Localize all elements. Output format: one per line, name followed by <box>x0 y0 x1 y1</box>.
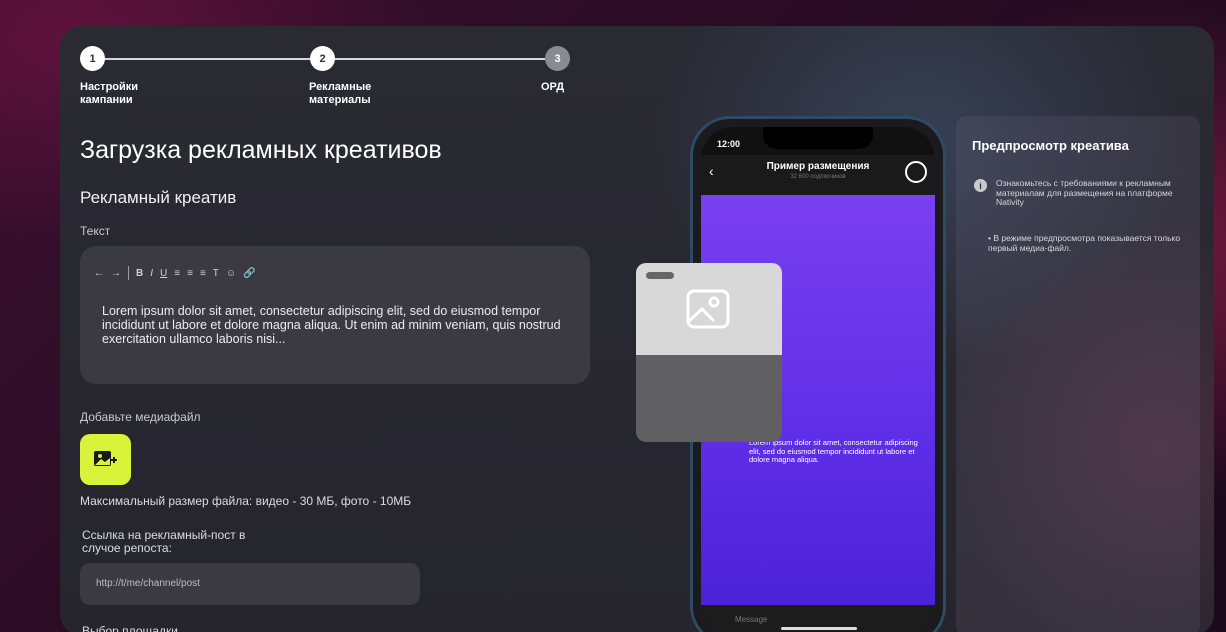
preview-title: Предпросмотр креатива <box>972 138 1129 153</box>
add-media-button[interactable] <box>80 434 131 485</box>
step-connector <box>335 58 545 60</box>
step-connector <box>105 58 310 60</box>
text-size-icon[interactable]: T <box>213 268 219 279</box>
section-title: Рекламный креатив <box>80 188 237 207</box>
italic-icon[interactable]: I <box>150 268 153 279</box>
image-placeholder-icon <box>686 289 730 329</box>
repost-url-input[interactable]: http://t/me/channel/post <box>80 563 420 605</box>
add-image-icon <box>93 450 117 466</box>
underline-icon[interactable]: U <box>160 268 167 279</box>
media-label: Добавьте медиафайл <box>80 410 201 424</box>
toolbar-divider <box>128 266 129 280</box>
step-1-label: Настройки кампании <box>80 81 139 106</box>
home-indicator <box>781 627 857 630</box>
step-3-label: ОРД <box>541 81 565 93</box>
media-placeholder <box>636 263 782 355</box>
step-2-label: Рекламные материалы <box>309 81 372 106</box>
undo-icon[interactable]: ← <box>94 268 104 279</box>
step-3-dot[interactable]: 3 <box>545 46 570 71</box>
align-center-icon[interactable]: ≡ <box>187 268 193 279</box>
step-number: 3 <box>554 52 561 65</box>
emoji-icon[interactable]: ☺ <box>226 268 236 279</box>
align-justify-icon[interactable]: ≡ <box>200 268 206 279</box>
editor-content[interactable]: Lorem ipsum dolor sit amet, consectetur … <box>102 304 572 346</box>
avatar[interactable] <box>905 161 927 183</box>
chat-subtitle: 32 600 подписчиков <box>790 174 846 180</box>
step-1-dot[interactable]: 1 <box>80 46 105 71</box>
bold-icon[interactable]: B <box>136 268 143 279</box>
link-icon[interactable]: 🔗 <box>243 268 255 279</box>
stepper: 1 2 3 Настройки кампании Рекламные матер… <box>80 46 575 116</box>
media-limits: Максимальный размер файла: видео - 30 МБ… <box>80 494 412 508</box>
step-2-dot[interactable]: 2 <box>310 46 335 71</box>
info-icon: i <box>974 179 987 192</box>
chat-header: ‹ Пример размещения 32 600 подписчиков <box>701 155 935 195</box>
phone-notch <box>763 127 873 149</box>
preview-panel: Предпросмотр креатива i Ознакомьтесь с т… <box>956 116 1200 632</box>
chat-title: Пример размещения <box>766 161 870 172</box>
text-label: Текст <box>80 224 111 238</box>
redo-icon[interactable]: → <box>111 268 121 279</box>
media-pill <box>646 272 674 279</box>
repost-label: Ссылка на рекламный-пост в случое репост… <box>82 528 246 555</box>
step-number: 1 <box>89 52 96 65</box>
phone-time: 12:00 <box>717 139 741 149</box>
editor-toolbar: ← → B I U ≡ ≡ ≡ T ☺ 🔗 <box>94 266 256 280</box>
media-preview-card <box>636 263 782 442</box>
align-left-icon[interactable]: ≡ <box>174 268 180 279</box>
preview-note: • В режиме предпросмотра показывается то… <box>988 233 1181 253</box>
preview-info: Ознакомьтесь с требованиями к рекламным … <box>996 178 1173 207</box>
placement-label: Выбор площадки <box>82 624 178 632</box>
text-editor[interactable]: ← → B I U ≡ ≡ ≡ T ☺ 🔗 Lorem ipsum dolor … <box>80 246 590 384</box>
message-text: Lorem ipsum dolor sit amet, consectetur … <box>749 438 918 464</box>
step-number: 2 <box>319 52 326 65</box>
page-title: Загрузка рекламных креативов <box>80 136 442 164</box>
